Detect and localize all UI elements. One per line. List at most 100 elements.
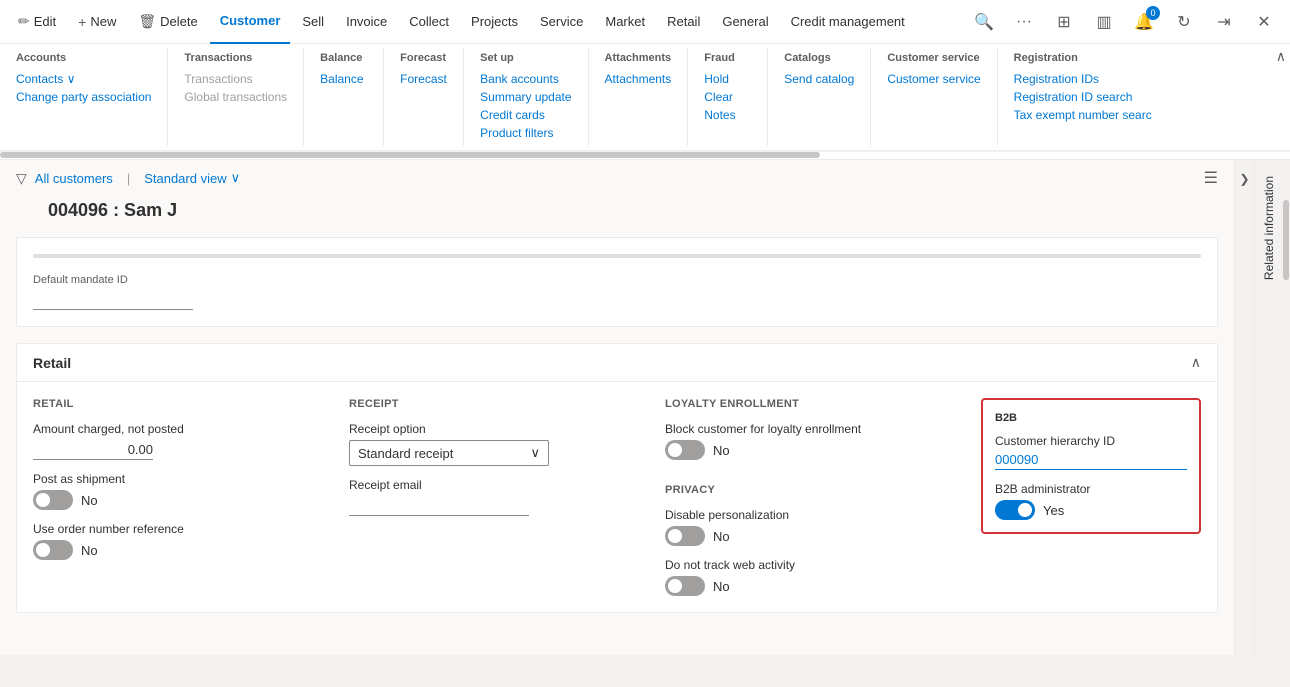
block-loyalty-field: Block customer for loyalty enrollment No (665, 422, 957, 460)
mega-link-summary-update[interactable]: Summary update (480, 88, 571, 106)
retail-section-header[interactable]: Retail ∧ (17, 344, 1217, 382)
b2b-admin-field: B2B administrator Yes (995, 482, 1187, 520)
right-side-panel: ❯ Related information (1234, 160, 1290, 655)
mega-link-credit-cards[interactable]: Credit cards (480, 106, 571, 124)
disable-personalization-field: Disable personalization No (665, 508, 957, 546)
nav-retail[interactable]: Retail (657, 0, 710, 44)
mandate-input[interactable] (33, 290, 193, 310)
mega-link-hold[interactable]: Hold (704, 70, 751, 88)
mega-link-customer-service[interactable]: Customer service (887, 70, 980, 88)
post-shipment-toggle-row: No (33, 490, 325, 510)
related-info-panel[interactable]: Related information (1254, 160, 1282, 655)
mega-link-change-party[interactable]: Change party association (16, 88, 151, 106)
filter-bar: ▽ All customers | Standard view ∨ ☰ (0, 160, 1234, 196)
mandate-section: Default mandate ID (16, 237, 1218, 327)
nav-edit[interactable]: ✏ Edit (8, 0, 66, 44)
amount-label: Amount charged, not posted (33, 422, 325, 436)
close-button[interactable]: ✕ (1246, 4, 1282, 40)
retail-col: RETAIL Amount charged, not posted 0.00 P… (33, 398, 325, 596)
mega-collapse-button[interactable]: ∧ (1276, 48, 1286, 65)
progress-bar (33, 254, 1201, 258)
b2b-title: B2B (995, 412, 1187, 424)
dropdown-arrow-icon: ∨ (530, 445, 540, 461)
mega-section-registration: Registration Registration IDs Registrati… (998, 48, 1168, 146)
panel-icon[interactable]: ▥ (1086, 4, 1122, 40)
mega-link-balance[interactable]: Balance (320, 70, 367, 88)
forward-button[interactable]: ⇥ (1206, 4, 1242, 40)
mega-link-tax-exempt[interactable]: Tax exempt number searc (1014, 106, 1152, 124)
customer-hierarchy-label: Customer hierarchy ID (995, 434, 1187, 448)
nav-market[interactable]: Market (595, 0, 655, 44)
receipt-group-label: RECEIPT (349, 398, 641, 410)
nav-collect[interactable]: Collect (399, 0, 459, 44)
all-customers-link[interactable]: All customers (35, 171, 113, 186)
retail-section-body: RETAIL Amount charged, not posted 0.00 P… (17, 382, 1217, 612)
do-not-track-toggle[interactable] (665, 576, 705, 596)
vertical-scrollbar[interactable] (1282, 160, 1290, 655)
disable-personalization-toggle[interactable] (665, 526, 705, 546)
block-toggle[interactable] (665, 440, 705, 460)
nav-projects[interactable]: Projects (461, 0, 528, 44)
search-button[interactable]: 🔍 (966, 4, 1002, 40)
mega-link-notes[interactable]: Notes (704, 106, 751, 124)
nav-credit[interactable]: Credit management (781, 0, 915, 44)
collapse-icon: ∧ (1191, 354, 1201, 371)
content-body: Default mandate ID Retail ∧ RETAIL Amoun… (0, 229, 1234, 629)
mega-link-transactions: Transactions (184, 70, 287, 88)
mega-link-forecast[interactable]: Forecast (400, 70, 447, 88)
b2b-admin-text: Yes (1043, 503, 1064, 518)
hamburger-icon[interactable]: ☰ (1204, 168, 1218, 188)
collapse-panel-button[interactable]: ❯ (1235, 168, 1253, 190)
privacy-group-label: PRIVACY (665, 484, 957, 496)
mega-link-product-filters[interactable]: Product filters (480, 124, 571, 142)
view-selector[interactable]: Standard view ∨ (144, 170, 240, 186)
horizontal-scrollbar[interactable] (0, 152, 1290, 160)
post-shipment-label: Post as shipment (33, 472, 325, 486)
retail-group-label: RETAIL (33, 398, 325, 410)
order-number-toggle-row: No (33, 540, 325, 560)
mega-link-bank-accounts[interactable]: Bank accounts (480, 70, 571, 88)
nav-delete[interactable]: 🗑 Delete (128, 0, 207, 44)
customer-hierarchy-value[interactable]: 000090 (995, 452, 1187, 470)
grid-icon[interactable]: ⊞ (1046, 4, 1082, 40)
edit-icon: ✏ (18, 13, 30, 30)
mega-link-attachments[interactable]: Attachments (605, 70, 672, 88)
chevron-down-icon: ∨ (231, 170, 241, 186)
mega-section-catalogs: Catalogs Send catalog (768, 48, 871, 146)
retail-section-title: Retail (33, 355, 71, 371)
nav-sell[interactable]: Sell (292, 0, 334, 44)
mega-section-balance: Balance Balance (304, 48, 384, 146)
mega-section-forecast: Forecast Forecast (384, 48, 464, 146)
receipt-email-input[interactable] (349, 496, 529, 516)
order-number-toggle[interactable] (33, 540, 73, 560)
b2b-admin-label: B2B administrator (995, 482, 1187, 496)
receipt-option-field: Receipt option Standard receipt ∨ (349, 422, 641, 466)
nav-service[interactable]: Service (530, 0, 593, 44)
block-toggle-row: No (665, 440, 957, 460)
more-button[interactable]: ··· (1006, 4, 1042, 40)
notification-button[interactable]: 🔔 0 (1126, 4, 1162, 40)
filter-icon[interactable]: ▽ (16, 170, 27, 187)
nav-customer[interactable]: Customer (210, 0, 291, 44)
mega-section-customer-service: Customer service Customer service (871, 48, 997, 146)
delete-icon: 🗑 (138, 13, 156, 30)
mega-link-registration-ids[interactable]: Registration IDs (1014, 70, 1152, 88)
block-text: No (713, 443, 730, 458)
nav-invoice[interactable]: Invoice (336, 0, 397, 44)
amount-field: Amount charged, not posted 0.00 (33, 422, 325, 460)
mega-section-transactions: Transactions Transactions Global transac… (168, 48, 304, 146)
nav-general[interactable]: General (712, 0, 778, 44)
mega-link-contacts[interactable]: Contacts ∨ (16, 70, 151, 88)
b2b-admin-toggle[interactable] (995, 500, 1035, 520)
receipt-option-select[interactable]: Standard receipt ∨ (349, 440, 549, 466)
post-shipment-toggle[interactable] (33, 490, 73, 510)
mega-section-attachments: Attachments Attachments (589, 48, 689, 146)
nav-new[interactable]: + New (68, 0, 126, 44)
refresh-button[interactable]: ↻ (1166, 4, 1202, 40)
main-content-area: ▽ All customers | Standard view ∨ ☰ 0040… (0, 160, 1234, 655)
mega-link-send-catalog[interactable]: Send catalog (784, 70, 854, 88)
order-number-text: No (81, 543, 98, 558)
post-shipment-text: No (81, 493, 98, 508)
mega-link-registration-search[interactable]: Registration ID search (1014, 88, 1152, 106)
mega-link-clear[interactable]: Clear (704, 88, 751, 106)
